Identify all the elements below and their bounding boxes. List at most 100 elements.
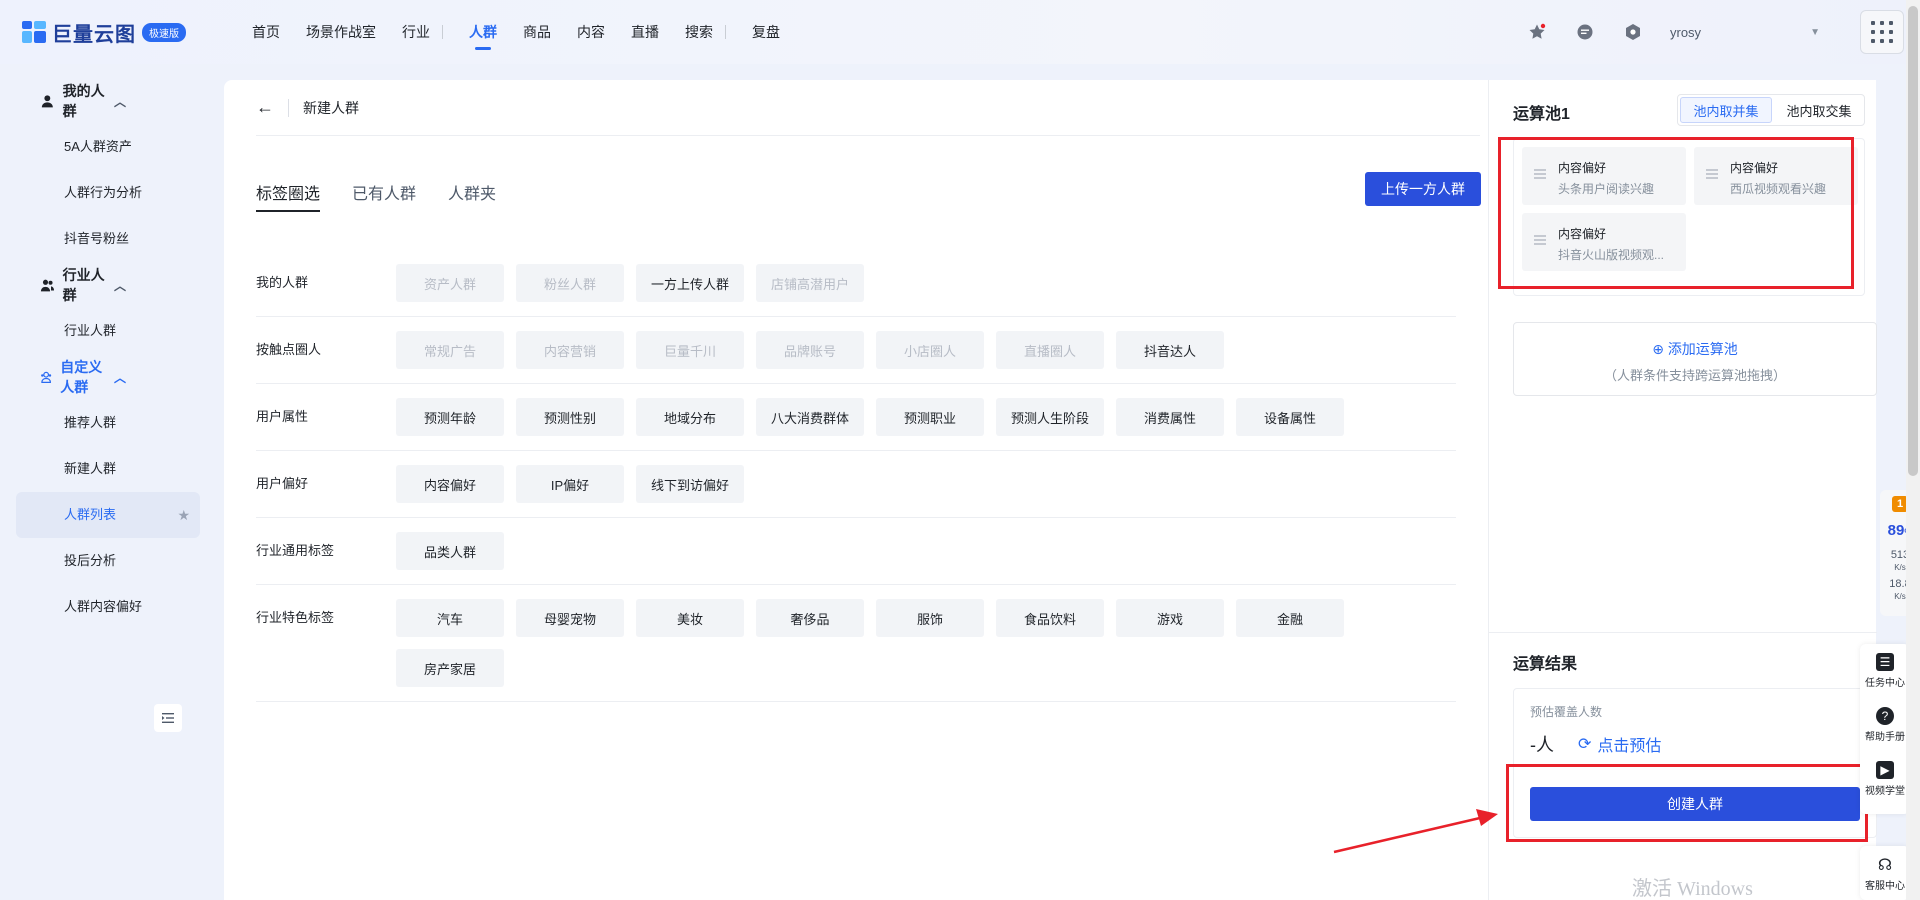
task-center-button[interactable]: ☰ 任务中心 xyxy=(1860,644,1910,698)
nav-item-search[interactable]: 搜索 xyxy=(685,0,713,64)
main-nav: 首页 场景作战室 行业 人群 商品 内容 直播 搜索 复盘 xyxy=(252,0,806,64)
tag-row: 我的人群 资产人群 粉丝人群 一方上传人群 店铺高潜用户 xyxy=(256,250,1456,317)
tag-chip[interactable]: 房产家居 xyxy=(396,649,504,687)
tab-crowd-folder[interactable]: 人群夹 xyxy=(448,180,496,212)
tag-chip[interactable]: 八大消费群体 xyxy=(756,398,864,436)
pool-title: 运算池1 xyxy=(1513,106,1570,123)
sidebar-group-label: 自定义人群 xyxy=(60,359,103,395)
tag-row-label: 行业通用标签 xyxy=(256,543,335,558)
sidebar-item-5a-assets[interactable]: 5A人群资产 xyxy=(16,124,200,170)
apps-grid-icon[interactable] xyxy=(1860,10,1904,54)
header-divider xyxy=(288,98,289,117)
sidebar-item-content-preference[interactable]: 人群内容偏好 xyxy=(16,584,200,630)
top-navigation-bar: 巨量云图 极速版 首页 场景作战室 行业 人群 商品 内容 直播 搜索 复盘 y… xyxy=(0,0,1920,64)
sidebar-item-recommended-crowd[interactable]: 推荐人群 xyxy=(16,400,200,446)
sidebar-item-industry-crowd[interactable]: 行业人群 xyxy=(16,308,200,354)
nav-item-product[interactable]: 商品 xyxy=(523,0,551,64)
tag-chip[interactable]: 游戏 xyxy=(1116,599,1224,637)
estimate-button[interactable]: ⟳ 点击预估 xyxy=(1578,732,1661,756)
tag-chip[interactable]: 消费属性 xyxy=(1116,398,1224,436)
tag-chip[interactable]: 预测职业 xyxy=(876,398,984,436)
hexagon-settings-icon[interactable] xyxy=(1622,21,1644,43)
annotation-highlight-pool xyxy=(1498,137,1854,289)
tag-chip[interactable]: 线下到访偏好 xyxy=(636,465,744,503)
tag-chip[interactable]: 抖音达人 xyxy=(1116,331,1224,369)
tag-chip: 内容营销 xyxy=(516,331,624,369)
user-icon xyxy=(41,95,53,108)
star-icon[interactable] xyxy=(1526,21,1548,43)
tag-row-label: 按触点圈人 xyxy=(256,342,322,357)
tag-chip: 店铺高潜用户 xyxy=(756,264,864,302)
video-school-label: 视频学堂 xyxy=(1865,786,1905,797)
tag-chip[interactable]: 预测人生阶段 xyxy=(996,398,1104,436)
message-icon[interactable] xyxy=(1574,21,1596,43)
nav-item-industry[interactable]: 行业 xyxy=(402,0,430,64)
nav-item-home[interactable]: 首页 xyxy=(252,0,280,64)
tag-chip[interactable]: 金融 xyxy=(1236,599,1344,637)
tag-chip[interactable]: 美妆 xyxy=(636,599,744,637)
chevron-down-icon: ▼ xyxy=(1810,26,1820,38)
sidebar: 我的人群 ︿ 5A人群资产 人群行为分析 抖音号粉丝 行业人群 ︿ 行业人群 自… xyxy=(0,64,216,900)
nav-item-review[interactable]: 复盘 xyxy=(752,0,780,64)
windows-activation-watermark: 激活 Windows xyxy=(1632,878,1753,900)
tag-row-label: 我的人群 xyxy=(256,275,309,290)
nav-item-live[interactable]: 直播 xyxy=(631,0,659,64)
nav-item-crowd[interactable]: 人群 xyxy=(469,0,497,64)
sidebar-group-label: 我的人群 xyxy=(62,83,105,119)
tag-rows: 我的人群 资产人群 粉丝人群 一方上传人群 店铺高潜用户按触点圈人 常规广告 内容营销 巨量千… xyxy=(256,250,1456,702)
scrollbar-thumb[interactable] xyxy=(1908,6,1918,476)
sidebar-item-douyin-fans[interactable]: 抖音号粉丝 xyxy=(16,216,200,262)
tag-chip: 小店圈人 xyxy=(876,331,984,369)
help-manual-button[interactable]: ? 帮助手册 xyxy=(1860,698,1910,752)
tag-chip[interactable]: 汽车 xyxy=(396,599,504,637)
collapse-sidebar-icon[interactable] xyxy=(154,704,182,732)
customer-service-button[interactable]: ☊ 客服中心 xyxy=(1860,846,1910,900)
sidebar-group-custom-crowd[interactable]: 自定义人群 ︿ xyxy=(0,354,216,400)
sidebar-item-behavior-analysis[interactable]: 人群行为分析 xyxy=(16,170,200,216)
pool-mode-union[interactable]: 池内取并集 xyxy=(1680,97,1772,123)
tag-chip[interactable]: 地域分布 xyxy=(636,398,744,436)
video-school-button[interactable]: ▶ 视频学堂 xyxy=(1860,752,1910,806)
user-dropdown[interactable]: yrosy ▼ xyxy=(1670,25,1820,40)
upload-first-party-button[interactable]: 上传一方人群 xyxy=(1365,172,1481,206)
tag-chip-group: 资产人群 粉丝人群 一方上传人群 店铺高潜用户 xyxy=(396,264,1456,302)
nav-divider xyxy=(442,25,443,39)
tag-chip[interactable]: 服饰 xyxy=(876,599,984,637)
tag-chip: 粉丝人群 xyxy=(516,264,624,302)
tag-chip[interactable]: 品类人群 xyxy=(396,532,504,570)
favorite-star-icon[interactable]: ★ xyxy=(177,492,190,538)
tag-chip-group: 汽车 母婴宠物 美妆 奢侈品 服饰 食品饮料 游戏 金融房产家居 xyxy=(396,599,1456,687)
tag-chip[interactable]: 预测年龄 xyxy=(396,398,504,436)
tag-chip-group: 常规广告 内容营销 巨量千川 品牌账号 小店圈人 直播圈人 抖音达人 xyxy=(396,331,1456,369)
tag-chip[interactable]: 设备属性 xyxy=(1236,398,1344,436)
coverage-value: -人 xyxy=(1530,735,1554,755)
result-divider xyxy=(1489,632,1877,633)
tab-existing-crowd[interactable]: 已有人群 xyxy=(352,180,416,212)
tag-chip[interactable]: 食品饮料 xyxy=(996,599,1104,637)
tag-chip[interactable]: 奢侈品 xyxy=(756,599,864,637)
nav-item-scenario[interactable]: 场景作战室 xyxy=(306,0,376,64)
tag-chip[interactable]: IP偏好 xyxy=(516,465,624,503)
tag-chip[interactable]: 预测性别 xyxy=(516,398,624,436)
estimate-label: 点击预估 xyxy=(1597,738,1662,755)
tag-chip[interactable]: 内容偏好 xyxy=(396,465,504,503)
tab-tag-selection[interactable]: 标签圈选 xyxy=(256,180,321,212)
tag-chip[interactable]: 一方上传人群 xyxy=(636,264,744,302)
sidebar-group-my-crowd[interactable]: 我的人群 ︿ xyxy=(0,78,216,124)
nav-item-content[interactable]: 内容 xyxy=(577,0,605,64)
pool-mode-intersection[interactable]: 池内取交集 xyxy=(1774,95,1864,125)
plus-circle-icon: ⊕ xyxy=(1652,341,1664,357)
sidebar-item-new-crowd[interactable]: 新建人群 xyxy=(16,446,200,492)
tag-chip[interactable]: 母婴宠物 xyxy=(516,599,624,637)
brand-name: 巨量云图 xyxy=(52,23,136,46)
users-icon xyxy=(40,279,55,292)
brand-logo[interactable]: 巨量云图 极速版 xyxy=(22,18,222,47)
back-arrow-icon[interactable]: ← xyxy=(256,97,274,118)
sidebar-item-post-analysis[interactable]: 投后分析 xyxy=(16,538,200,584)
customer-service-label: 客服中心 xyxy=(1865,880,1905,892)
sidebar-group-label: 行业人群 xyxy=(62,267,105,303)
add-pool-area[interactable]: ⊕ 添加运算池 （人群条件支持跨运算池拖拽） xyxy=(1513,322,1877,396)
add-pool-button[interactable]: ⊕ 添加运算池 xyxy=(1514,339,1876,359)
sidebar-item-crowd-list[interactable]: 人群列表 ★ xyxy=(16,492,200,538)
sidebar-group-industry-crowd[interactable]: 行业人群 ︿ xyxy=(0,262,216,308)
